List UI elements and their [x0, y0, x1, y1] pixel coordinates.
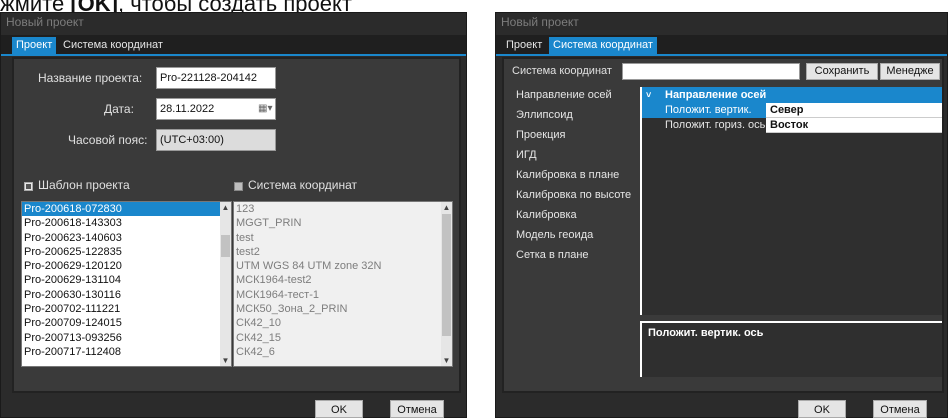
- property-description: Положит. вертик. ось: [640, 321, 942, 377]
- cs-label: Система координат: [512, 65, 612, 77]
- coords-checkbox[interactable]: [234, 182, 243, 191]
- coords-list: 123 MGGT_PRIN test test2 UTM WGS 84 UTM zone…: [233, 201, 453, 367]
- coords-list-item[interactable]: МСК1964-test2: [234, 273, 452, 287]
- category-item[interactable]: Калибровка в плане: [516, 169, 619, 181]
- scroll-thumb[interactable]: [221, 235, 230, 257]
- new-project-dialog-cs-tab: Новый проект Проект Система координат Си…: [495, 12, 948, 418]
- timezone-field: (UTC+03:00): [156, 129, 276, 151]
- project-name-label: Название проекта:: [38, 71, 143, 85]
- calendar-icon[interactable]: ▦▾: [258, 103, 272, 115]
- property-group-header[interactable]: ˅ Направление осей: [642, 87, 942, 103]
- template-list-item[interactable]: Pro-200630-130116: [22, 288, 231, 302]
- ok-button[interactable]: OK: [315, 400, 363, 418]
- category-item[interactable]: Калибровка по высоте: [516, 189, 631, 201]
- cancel-button[interactable]: Отмена: [873, 400, 927, 418]
- template-list-item[interactable]: Pro-200702-111221: [22, 302, 231, 316]
- category-list: Направление осей Эллипсоид Проекция ИГД …: [504, 87, 640, 377]
- project-name-input[interactable]: Pro-221128-204142: [156, 67, 276, 89]
- property-row[interactable]: Положит. гориз. ось Восток: [642, 118, 942, 133]
- date-value: 28.11.2022: [160, 103, 215, 115]
- template-list-scrollbar[interactable]: ▲ ▼: [220, 202, 231, 366]
- category-item[interactable]: Эллипсоид: [516, 109, 573, 121]
- coords-list-item[interactable]: MGGT_PRIN: [234, 216, 452, 230]
- template-list-item[interactable]: Pro-200623-140603: [22, 231, 231, 245]
- project-panel: Название проекта: Pro-221128-204142 Дата…: [12, 57, 461, 393]
- category-item[interactable]: Модель геоида: [516, 229, 593, 241]
- category-item[interactable]: Направление осей: [516, 89, 612, 101]
- date-picker[interactable]: 28.11.2022 ▦▾: [156, 98, 276, 120]
- template-list-item[interactable]: Pro-200625-122835: [22, 245, 231, 259]
- collapse-chevron-icon[interactable]: ˅: [646, 87, 651, 103]
- scroll-thumb: [442, 214, 451, 336]
- ok-button[interactable]: OK: [798, 400, 846, 418]
- template-list[interactable]: Pro-200618-072830 Pro-200618-143303 Pro-20…: [21, 201, 232, 367]
- category-item[interactable]: Сетка в плане: [516, 249, 589, 261]
- scroll-up-arrow-icon[interactable]: ▲: [220, 202, 231, 213]
- tab-bar: Проект Система координат: [1, 35, 466, 56]
- cs-input[interactable]: [622, 63, 800, 80]
- tab-project[interactable]: Проект: [12, 37, 57, 54]
- scroll-down-arrow-icon: ▼: [442, 356, 451, 365]
- window-title: Новый проект: [501, 15, 579, 29]
- timezone-label: Часовой пояс:: [68, 133, 148, 147]
- template-list-item[interactable]: Pro-200629-120120: [22, 259, 231, 273]
- template-list-item[interactable]: Pro-200713-093256: [22, 331, 231, 345]
- coords-list-item[interactable]: 123: [234, 202, 452, 216]
- tab-coordinate-system[interactable]: Система координат: [549, 37, 657, 54]
- cancel-button[interactable]: Отмена: [390, 400, 444, 418]
- coords-list-item[interactable]: СК42_10: [234, 316, 452, 330]
- template-list-item[interactable]: Pro-200717-112408: [22, 345, 231, 359]
- manager-button[interactable]: Менедже: [880, 63, 940, 80]
- property-value[interactable]: Восток: [766, 118, 942, 133]
- scroll-down-arrow-icon[interactable]: ▼: [220, 355, 231, 366]
- date-label: Дата:: [104, 102, 134, 116]
- window-title: Новый проект: [6, 15, 84, 29]
- coords-checkbox-label: Система координат: [248, 178, 358, 192]
- property-grid: ˅ Направление осей Положит. вертик. ось …: [640, 87, 942, 315]
- property-value[interactable]: Север: [766, 103, 942, 118]
- tab-project[interactable]: Проект: [502, 37, 546, 54]
- category-item[interactable]: Проекция: [516, 129, 565, 141]
- tab-coordinate-system[interactable]: Система координат: [59, 37, 167, 54]
- template-list-item[interactable]: Pro-200618-143303: [22, 216, 231, 230]
- coords-list-item[interactable]: test: [234, 231, 452, 245]
- template-list-item[interactable]: Pro-200709-124015: [22, 316, 231, 330]
- coords-list-item[interactable]: test2: [234, 245, 452, 259]
- new-project-dialog-project-tab: Новый проект Проект Система координат На…: [0, 12, 467, 418]
- coords-list-item[interactable]: СК42_15: [234, 331, 452, 345]
- coords-list-item[interactable]: СК42_6: [234, 345, 452, 359]
- property-name: Положит. гориз. ось: [642, 118, 766, 132]
- coords-list-item[interactable]: МСК1964-тест-1: [234, 288, 452, 302]
- category-item[interactable]: ИГД: [516, 149, 537, 161]
- property-row[interactable]: Положит. вертик. ось Север: [642, 103, 942, 131]
- template-checkbox-label: Шаблон проекта: [38, 178, 130, 192]
- coords-list-scrollbar: ▲ ▼: [441, 202, 452, 366]
- template-list-item[interactable]: Pro-200629-131104: [22, 273, 231, 287]
- coords-list-item[interactable]: МСК50_Зона_2_PRIN: [234, 302, 452, 316]
- coordinate-system-panel: Система координат Сохранить Менедже Напр…: [502, 57, 944, 393]
- category-item[interactable]: Калибровка: [516, 209, 577, 221]
- template-list-item[interactable]: Pro-200618-072830: [22, 202, 231, 217]
- description-title: Положит. вертик. ось: [648, 327, 764, 339]
- template-checkbox[interactable]: [24, 182, 33, 191]
- save-button[interactable]: Сохранить: [806, 63, 878, 80]
- scroll-up-arrow-icon: ▲: [442, 203, 451, 212]
- coords-list-item[interactable]: UTM WGS 84 UTM zone 32N: [234, 259, 452, 273]
- property-group-title: Направление осей: [665, 89, 767, 101]
- tab-bar: Проект Система координат: [496, 35, 947, 56]
